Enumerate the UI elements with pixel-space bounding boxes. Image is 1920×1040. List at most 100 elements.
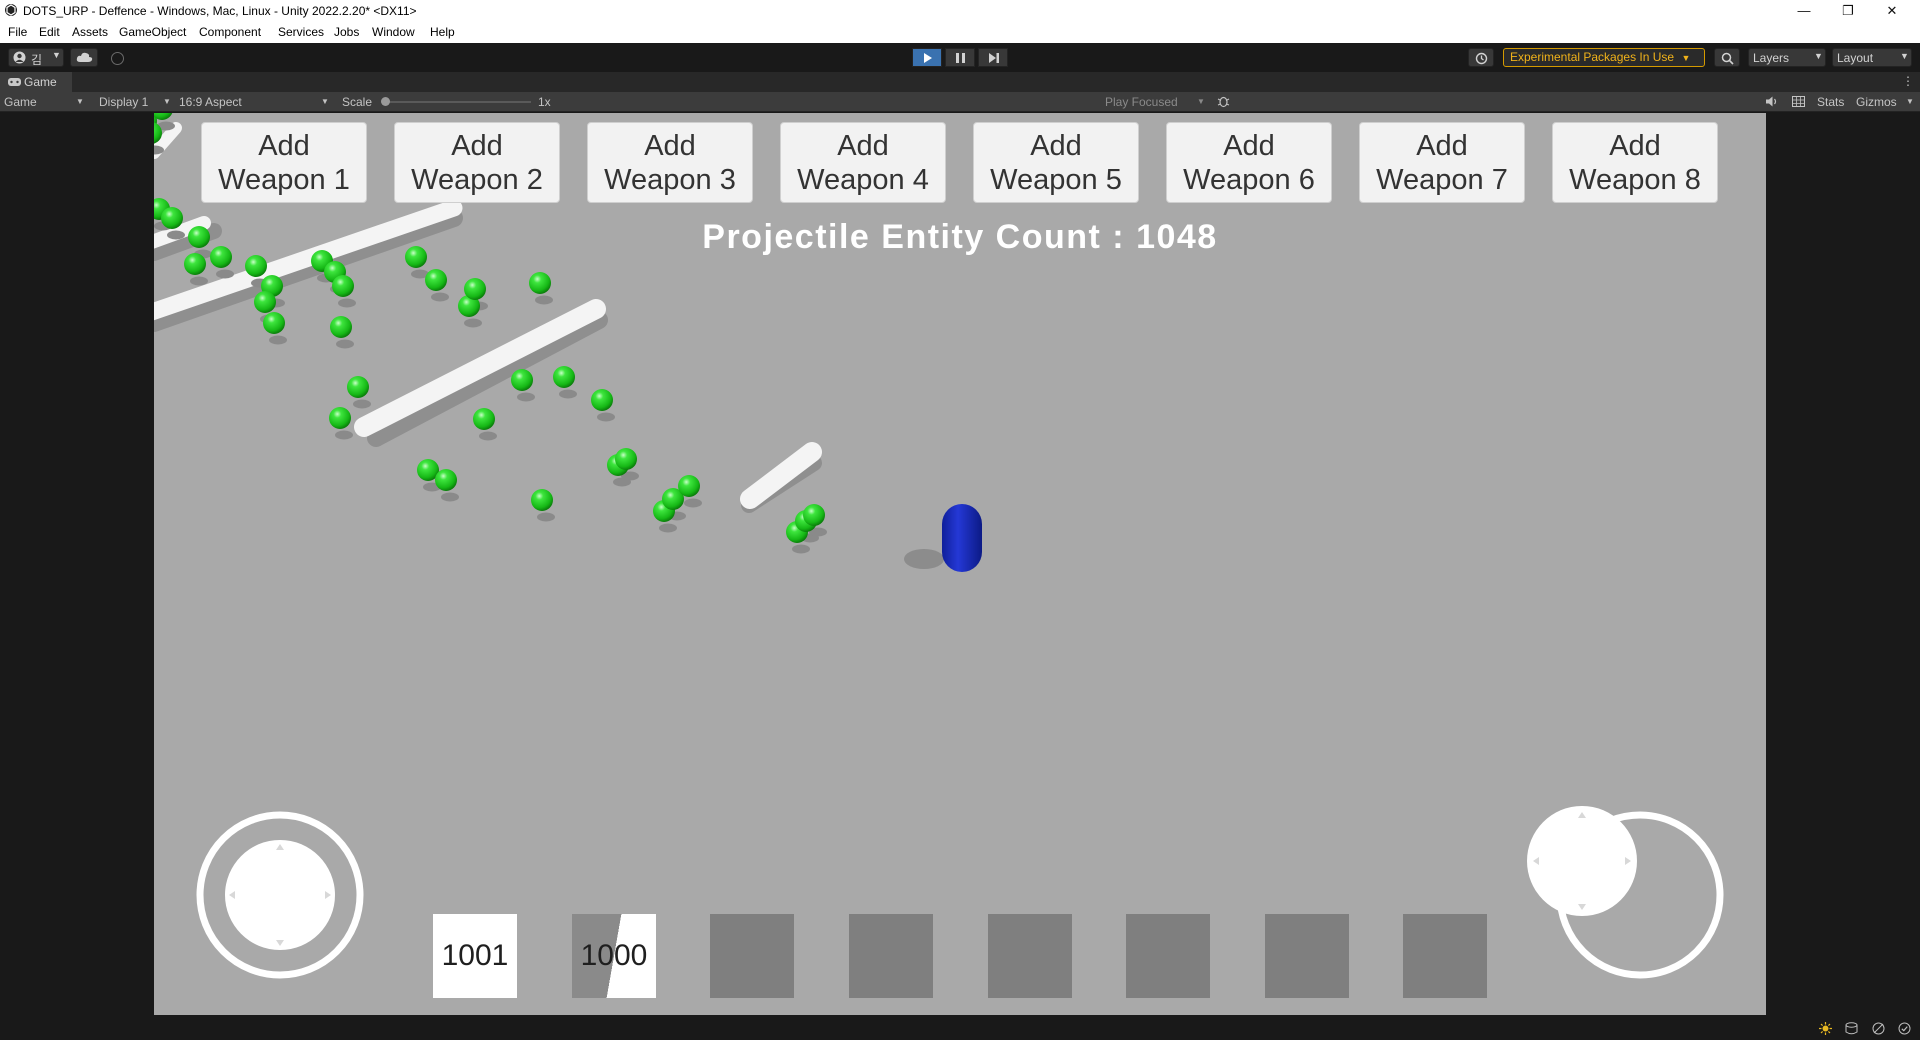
move-joystick[interactable]: [196, 811, 364, 979]
experimental-packages-dropdown[interactable]: Experimental Packages In Use ▼: [1503, 48, 1705, 67]
account-dropdown[interactable]: 김 ▼: [8, 48, 64, 67]
chevron-down-icon: ▼: [1681, 53, 1691, 63]
add-weapon-7-button[interactable]: Add Weapon 7: [1359, 122, 1525, 203]
weapon-slot-2[interactable]: 1000: [572, 914, 656, 998]
stats-button[interactable]: Stats: [1817, 95, 1844, 109]
scale-label: Scale: [342, 95, 373, 109]
add-weapon-6-button[interactable]: Add Weapon 6: [1166, 122, 1332, 203]
network-off-icon[interactable]: [1872, 1022, 1885, 1035]
restore-button[interactable]: ❐: [1826, 0, 1870, 22]
layers-dropdown[interactable]: Layers ▼: [1748, 48, 1826, 67]
green-projectile: [531, 489, 553, 511]
menu-services[interactable]: Services: [278, 25, 324, 39]
weapon-slot-4[interactable]: [849, 914, 933, 998]
weapon-slot-1[interactable]: 1001: [433, 914, 517, 998]
audio-icon[interactable]: [1766, 96, 1778, 107]
undo-history-button[interactable]: [1468, 48, 1494, 67]
bug-icon[interactable]: [1217, 95, 1230, 108]
projectile-shadow: [335, 430, 353, 440]
green-projectile: [210, 246, 232, 268]
weapon-slot-7[interactable]: [1265, 914, 1349, 998]
letterbox-right: [1766, 113, 1920, 1016]
close-button[interactable]: ✕: [1870, 0, 1914, 22]
menu-help[interactable]: Help: [430, 25, 455, 39]
scale-slider-track[interactable]: [384, 101, 531, 103]
display-dropdown[interactable]: Display 1: [99, 95, 148, 109]
aspect-dropdown[interactable]: 16:9 Aspect: [179, 95, 242, 109]
tab-options-icon[interactable]: ⋮: [1902, 74, 1914, 88]
play-mode-dropdown[interactable]: Play Focused: [1105, 95, 1178, 109]
cloud-icon: [76, 52, 93, 62]
aim-joystick[interactable]: [1527, 806, 1724, 979]
view-mode-dropdown[interactable]: Game: [4, 95, 37, 109]
green-projectile: [405, 246, 427, 268]
add-weapon-3-button[interactable]: Add Weapon 3: [587, 122, 753, 203]
weapon-slot-8[interactable]: [1403, 914, 1487, 998]
add-weapon-2-button[interactable]: Add Weapon 2: [394, 122, 560, 203]
menu-component[interactable]: Component: [199, 25, 261, 39]
projectile-shadow: [338, 298, 356, 308]
game-viewport[interactable]: Add Weapon 1 Add Weapon 2 Add Weapon 3 Add W…: [154, 113, 1766, 1015]
layout-label: Layout: [1837, 51, 1874, 65]
history-icon: [1475, 52, 1488, 65]
menu-file[interactable]: File: [8, 25, 27, 39]
menu-assets[interactable]: Assets: [72, 25, 108, 39]
green-projectile: [425, 269, 447, 291]
projectile-shadow: [216, 269, 234, 279]
lighting-bake-icon[interactable]: [1819, 1022, 1832, 1035]
menu-bar: File Edit Assets GameObject Component Se…: [0, 22, 1920, 43]
cache-server-icon[interactable]: [1845, 1022, 1858, 1035]
weapon-slot-3[interactable]: [710, 914, 794, 998]
green-projectile: [615, 448, 637, 470]
chevron-down-icon: ▼: [52, 50, 61, 60]
grid-icon[interactable]: [1792, 96, 1805, 107]
green-projectile: [473, 408, 495, 430]
collab-icon[interactable]: [111, 52, 124, 65]
main-toolbar: 김 ▼ Experimental Packages In Use ▼ Layer…: [0, 43, 1920, 72]
layout-dropdown[interactable]: Layout ▼: [1832, 48, 1912, 67]
search-button[interactable]: [1714, 48, 1740, 67]
letterbox-left: [0, 113, 154, 1016]
unity-logo-icon: [5, 4, 17, 16]
green-projectile: [591, 389, 613, 411]
chevron-down-icon: ▼: [76, 97, 84, 106]
account-icon: [13, 51, 26, 64]
window-title: DOTS_URP - Deffence - Windows, Mac, Linu…: [23, 4, 417, 18]
minimize-button[interactable]: —: [1782, 0, 1826, 22]
projectile-shadow: [537, 512, 555, 522]
step-button[interactable]: [978, 48, 1008, 67]
weapon-slot-6[interactable]: [1126, 914, 1210, 998]
projectile-shadow: [431, 292, 449, 302]
menu-gameobject[interactable]: GameObject: [119, 25, 186, 39]
chevron-down-icon: ▼: [321, 97, 329, 106]
gizmos-button[interactable]: Gizmos: [1856, 95, 1897, 109]
play-button[interactable]: [912, 48, 942, 67]
cloud-button[interactable]: [70, 48, 98, 67]
add-weapon-1-button[interactable]: Add Weapon 1: [201, 122, 367, 203]
progress-check-icon[interactable]: [1898, 1022, 1911, 1035]
menu-edit[interactable]: Edit: [39, 25, 60, 39]
green-projectile: [184, 253, 206, 275]
layers-label: Layers: [1753, 51, 1790, 65]
pause-button[interactable]: [945, 48, 975, 67]
menu-window[interactable]: Window: [372, 25, 415, 39]
pause-icon: [956, 53, 965, 63]
weapon-slot-5[interactable]: [988, 914, 1072, 998]
tab-bar: Game ⋮: [0, 72, 1920, 92]
chevron-down-icon: ▼: [1197, 97, 1205, 106]
chevron-down-icon: ▼: [1814, 51, 1823, 61]
add-weapon-4-button[interactable]: Add Weapon 4: [780, 122, 946, 203]
green-projectile: [254, 291, 276, 313]
green-projectile: [435, 469, 457, 491]
add-weapon-8-button[interactable]: Add Weapon 8: [1552, 122, 1718, 203]
green-projectile: [263, 312, 285, 334]
tab-game[interactable]: Game: [0, 72, 72, 92]
green-projectile: [330, 316, 352, 338]
projectile-shadow: [464, 318, 482, 328]
add-weapon-5-button[interactable]: Add Weapon 5: [973, 122, 1139, 203]
menu-jobs[interactable]: Jobs: [334, 25, 359, 39]
green-projectile: [188, 226, 210, 248]
green-projectile: [332, 275, 354, 297]
step-icon: [989, 53, 999, 63]
scale-slider-handle[interactable]: [381, 97, 390, 106]
